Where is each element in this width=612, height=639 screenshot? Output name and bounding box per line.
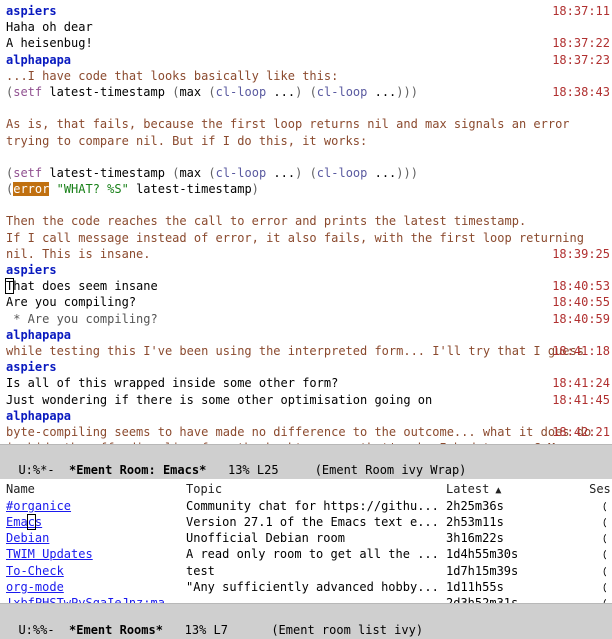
table-row[interactable]: org-mode "Any sufficiently advanced hobby…: [6, 579, 606, 595]
table-row[interactable]: To-Check test1d7h15m39s@a: [6, 563, 606, 579]
room-latest: 3h16m22s: [446, 530, 574, 546]
room-topic: test: [186, 563, 446, 579]
modeline-mode: (Ement Room ivy Wrap): [315, 463, 467, 477]
code-line: (setf latest-timestamp (max (cl-loop ...…: [6, 85, 418, 99]
room-session: @a: [574, 530, 606, 546]
chat-nick: aspiers: [6, 4, 57, 18]
chat-nick: alphapapa: [6, 328, 71, 342]
col-name[interactable]: Name: [6, 481, 186, 498]
modeline-rooms: U:%%- *Ement Rooms* 13% L7 (Ement room l…: [0, 603, 612, 638]
room-latest: 2d3h52m31s: [446, 595, 574, 603]
timestamp: 18:41:24: [552, 375, 610, 391]
room-topic: Version 27.1 of the Emacs text e...: [186, 514, 446, 530]
modeline-buffer-name: *Ement Room: Emacs*: [69, 463, 206, 477]
chat-text: Then the code reaches the call to error …: [6, 214, 526, 228]
modeline-mode: (Ement room list ivy): [271, 623, 423, 637]
chat-text: Just wondering if there is some other op…: [6, 393, 432, 407]
timestamp: 18:37:22: [552, 35, 610, 51]
room-link[interactable]: Emacs: [6, 515, 42, 529]
room-latest: 1d7h15m39s: [446, 563, 574, 579]
text-cursor: T: [6, 279, 13, 293]
chat-nick: aspiers: [6, 263, 57, 277]
room-topic: A read only room to get all the ...: [186, 546, 446, 562]
room-link[interactable]: TWIM Updates: [6, 547, 93, 561]
modeline-status: U:%%-: [18, 623, 69, 637]
timestamp: 18:42:21: [552, 424, 610, 440]
chat-text: Is all of this wrapped inside some other…: [6, 376, 338, 390]
room-session: @a: [574, 563, 606, 579]
modeline-chat: U:%*- *Ement Room: Emacs* 13% L25 (Ement…: [0, 444, 612, 479]
timestamp: 18:37:23: [552, 52, 610, 68]
room-latest: 1d4h55m30s: [446, 546, 574, 562]
room-link[interactable]: Debian: [6, 531, 49, 545]
room-session: @a: [574, 579, 606, 595]
room-session: @a: [574, 498, 606, 514]
code-line: (error "WHAT? %S" latest-timestamp): [6, 182, 259, 196]
room-topic: Unofficial Debian room: [186, 530, 446, 546]
table-row[interactable]: #organice Community chat for https://gith…: [6, 498, 606, 514]
chat-text: Haha oh dear: [6, 20, 93, 34]
room-link[interactable]: org-mode: [6, 580, 64, 594]
timestamp: 18:40:55: [552, 294, 610, 310]
rooms-header-row: Name Topic Latest Sess: [6, 479, 606, 498]
chat-nick: aspiers: [6, 360, 57, 374]
timestamp: 18:37:11: [552, 3, 610, 19]
room-topic: [186, 595, 446, 603]
room-latest: 2h25m36s: [446, 498, 574, 514]
chat-text: That does seem insane: [6, 279, 158, 293]
room-topic: Community chat for https://githu...: [186, 498, 446, 514]
room-latest: 2h53m11s: [446, 514, 574, 530]
room-topic: "Any sufficiently advanced hobby...: [186, 579, 446, 595]
text-cursor: c: [28, 515, 35, 529]
chat-text: As is, that fails, because the first loo…: [6, 117, 577, 147]
table-row[interactable]: Emacs Version 27.1 of the Emacs text e...…: [6, 514, 606, 530]
modeline-buffer-name: *Ement Rooms*: [69, 623, 163, 637]
table-row[interactable]: !xbfPHSTwPySgaIeJnz:ma...2d3h52m31s@a: [6, 595, 606, 603]
modeline-status: U:%*-: [18, 463, 69, 477]
chat-nick: alphapapa: [6, 409, 71, 423]
table-row[interactable]: Debian Unofficial Debian room3h16m22s@a: [6, 530, 606, 546]
col-latest[interactable]: Latest: [446, 481, 574, 498]
chat-text: byte-compiling seems to have made no dif…: [6, 425, 598, 444]
timestamp: 18:40:59: [552, 311, 610, 327]
room-session: @a: [574, 514, 606, 530]
chat-text: If I call message instead of error, it a…: [6, 231, 591, 261]
chat-text: * Are you compiling?: [6, 312, 158, 326]
room-link[interactable]: #organice: [6, 499, 71, 513]
code-line: (setf latest-timestamp (max (cl-loop ...…: [6, 166, 418, 180]
chat-text: while testing this I've been using the i…: [6, 344, 584, 358]
timestamp: 18:40:53: [552, 278, 610, 294]
col-topic[interactable]: Topic: [186, 481, 446, 498]
chat-pane[interactable]: aspiers Haha oh dear A heisenbug! alphapapa…: [0, 0, 612, 444]
room-latest: 1d11h55s: [446, 579, 574, 595]
room-session: @a: [574, 595, 606, 603]
timestamp: 18:39:25: [552, 246, 610, 262]
room-link[interactable]: To-Check: [6, 564, 64, 578]
rooms-pane[interactable]: Name Topic Latest Sess #organice Communit…: [0, 479, 612, 603]
chat-nick: alphapapa: [6, 53, 71, 67]
chat-text: Are you compiling?: [6, 295, 136, 309]
timestamp-gutter: 18:37:11.18:37:2218:37:23.18:38:43......…: [552, 3, 610, 472]
timestamp: 18:41:45: [552, 392, 610, 408]
timestamp: 18:41:18: [552, 343, 610, 359]
modeline-position: 13% L7: [163, 623, 271, 637]
timestamp: 18:38:43: [552, 84, 610, 100]
chat-text: ...I have code that looks basically like…: [6, 69, 338, 83]
chat-text: A heisenbug!: [6, 36, 93, 50]
modeline-position: 13% L25: [206, 463, 314, 477]
col-sess[interactable]: Sess: [574, 481, 612, 498]
room-session: @a: [574, 546, 606, 562]
table-row[interactable]: TWIM Updates A read only room to get all …: [6, 546, 606, 562]
